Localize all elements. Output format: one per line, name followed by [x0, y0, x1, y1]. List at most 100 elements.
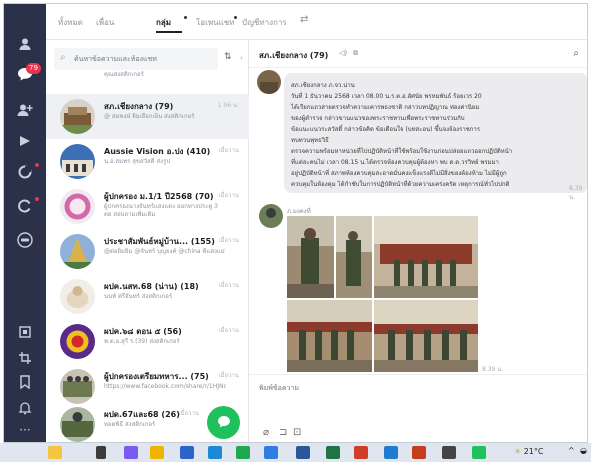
group-avatar — [60, 189, 95, 224]
photos-time: 8.39 น. — [482, 366, 504, 373]
chat-list-item[interactable]: ผปค.นสท.68 (น่าน) (18) นนท์ ศรีจันทร์ ส่… — [46, 274, 249, 319]
category-tabs: ทั้งหมด เพื่อน กลุ่ม โอเพนแชท บัญชีทางกา… — [46, 4, 587, 40]
edge-icon[interactable] — [208, 446, 222, 459]
chat-name: สภ.เชียงกลาง (79) — [104, 102, 174, 111]
chat-preview: @ สมพงษ์ ยิ้มเยือกเย็น ส่งสติกเกอร์ — [104, 113, 195, 120]
chat-preview: https://www.facebook.com/share/r/1HJNd8a… — [104, 383, 226, 390]
chat-search-icon[interactable]: ⌕ — [573, 48, 579, 59]
sender-name: ภ.มงคงที่ — [287, 208, 311, 215]
line-taskbar-icon[interactable] — [472, 446, 486, 459]
photo-thumbnail[interactable] — [287, 300, 372, 372]
word-icon[interactable] — [296, 446, 310, 459]
task-view-icon[interactable] — [96, 446, 106, 459]
weather-widget[interactable]: ☀ 21°C — [514, 447, 543, 456]
chat-time: เมื่อวาน — [218, 192, 239, 199]
chat-list-item[interactable]: สภ.เชียงกลาง (79) @ สมพงษ์ ยิ้มเยือกเย็น… — [46, 94, 249, 139]
line-app-icon[interactable] — [236, 446, 250, 459]
collapse-list-icon[interactable]: ‹ — [240, 54, 243, 62]
group-avatar — [60, 324, 95, 359]
left-icon-rail: 79 ··· — [4, 4, 46, 442]
chat-time: 1.06 น. — [217, 102, 239, 109]
bookmark-message-icon[interactable]: ⊐ — [279, 427, 287, 438]
more-icon[interactable]: ··· — [15, 420, 35, 440]
photo-thumbnail[interactable] — [336, 216, 372, 298]
unread-count-badge: 79 — [26, 63, 41, 74]
chrome-icon[interactable] — [384, 446, 398, 459]
sender-avatar — [259, 204, 283, 228]
chat-list-item[interactable]: ประชาสัมพันธ์หมู่บ้าน... (155) @ต่อยิ้มย… — [46, 229, 249, 274]
chat-room: สภ.เชียงกลาง (79) ◁) ⧉ ⌕ สภ.เชียงกลาง ภ.… — [249, 40, 587, 442]
tab-official-accounts[interactable]: บัญชีทางการ — [242, 16, 287, 29]
search-icon: ⌕ — [60, 52, 66, 63]
photo-thumbnail[interactable] — [374, 300, 478, 372]
mute-icon[interactable]: ◁) — [339, 49, 347, 57]
bell-icon[interactable] — [15, 398, 35, 418]
message-input[interactable] — [259, 383, 579, 403]
chat-name: ผปค.นสท.68 (น่าน) (18) — [104, 282, 199, 291]
openchat-icon[interactable] — [15, 196, 35, 216]
group-avatar — [60, 407, 95, 442]
chat-list-item[interactable]: Aussie Vision อ.ปง (410) น.อ.สมพร สุขสวั… — [46, 139, 249, 184]
message-text-line: อยู่ปฏิบัติหน้าที่ สภาพห้องควบคุมสะอาดมั… — [291, 170, 507, 177]
chat-preview: น.อ.สมพร สุขสวัสดิ์ ส่งรูป — [104, 158, 171, 165]
copilot-icon[interactable] — [124, 446, 138, 459]
new-chat-button[interactable] — [207, 406, 240, 439]
excel-icon[interactable] — [326, 446, 340, 459]
today-icon[interactable] — [15, 162, 35, 182]
tab-all[interactable]: ทั้งหมด — [58, 16, 83, 29]
chat-list-item[interactable]: ผู้ปกครอง ม.1/1 ปี2568 (70) ผู้ปกครองนาง… — [46, 184, 249, 229]
message-time: 8.39 น. — [569, 185, 583, 201]
notification-dot — [35, 163, 39, 167]
chat-preview: นนท์ ศรีจันทร์ ส่งสติกเกอร์ — [104, 293, 173, 300]
message-text-line: ที่แต่ละคนไม่ เวลา 08.15 น.ได้ตรวจห้องคว… — [291, 159, 499, 166]
photo-thumbnail[interactable] — [374, 216, 478, 298]
keep-icon[interactable] — [15, 322, 35, 342]
group-avatar — [60, 99, 95, 134]
chat-time: เมื่อวาน — [218, 282, 239, 289]
network-icon[interactable]: ◒ — [580, 446, 587, 455]
browser-icon[interactable] — [264, 446, 278, 459]
chat-list: ⌕ ⇅ ‹ คุณส่งสติกเกอร์ สภ.เชียงกลาง (79) … — [46, 40, 249, 442]
chat-time: เมื่อวาน — [178, 410, 199, 417]
chat-name: Aussie Vision อ.ปง (410) — [104, 147, 211, 156]
crop-icon[interactable] — [15, 348, 35, 368]
sender-avatar — [257, 70, 281, 94]
weather-sun-icon: ☀ — [514, 447, 522, 456]
store-icon[interactable] — [180, 446, 194, 459]
filter-settings-icon[interactable]: ⇄ — [300, 14, 308, 25]
attach-icon[interactable]: ⌀ — [263, 427, 269, 438]
chat-time: เมื่อวาน — [218, 147, 239, 154]
line-circle-icon[interactable] — [15, 230, 35, 250]
start-sparkle-icon[interactable] — [48, 446, 62, 459]
bookmark-icon[interactable] — [15, 372, 35, 392]
chat-time: เมื่อวาน — [218, 327, 239, 334]
tray-chevron-icon[interactable]: ^ — [568, 446, 575, 455]
message-bubble[interactable]: สภ.เชียงกลาง ภ.จว.น่าน วันที่ 1 ธันวาคม … — [284, 73, 587, 193]
add-friend-icon[interactable] — [15, 100, 35, 120]
app-red-icon[interactable] — [354, 446, 368, 459]
screenshot-icon[interactable]: ⊡ — [293, 427, 301, 438]
unread-dot — [234, 16, 237, 19]
open-window-icon[interactable]: ⧉ — [353, 49, 358, 58]
message-text-line: สภ.เชียงกลาง ภ.จว.น่าน — [291, 82, 355, 89]
tab-friends[interactable]: เพื่อน — [96, 16, 114, 29]
search-input[interactable] — [74, 51, 214, 67]
chat-preview: ผู้ปกครองนางจันทร์แสงแดง ออกทางประตู 3 ต… — [104, 203, 218, 218]
message-text-line: ควบคุมในห้องคุม ได้กำชับในการปฏิบัติหน้า… — [291, 181, 510, 188]
tab-groups[interactable]: กลุ่ม — [156, 16, 171, 29]
chat-preview: พ.ต.อ.สุรี ร.(39) ส่งสติกเกอร์ — [104, 338, 180, 345]
chat-list-item[interactable]: คุณส่งสติกเกอร์ — [46, 66, 249, 86]
group-avatar — [60, 369, 95, 404]
voom-icon[interactable] — [15, 131, 35, 151]
chat-preview: @ต่อยิ้มยิ้ม @จันทร์ บุญยงค์ @china พี่แ… — [104, 248, 225, 255]
app-dark-icon[interactable] — [442, 446, 456, 459]
chat-list-item[interactable]: ผปค.๖๘ ตอน ๕ (56) พ.ต.อ.สุรี ร.(39) ส่งส… — [46, 319, 249, 364]
photo-thumbnail[interactable] — [287, 216, 334, 298]
sort-icon[interactable]: ⇅ — [224, 52, 232, 62]
powerpoint-icon[interactable] — [412, 446, 426, 459]
chat-time: เมื่อวาน — [218, 237, 239, 244]
file-explorer-icon[interactable] — [150, 446, 164, 459]
friends-icon[interactable] — [15, 34, 35, 54]
tab-openchat[interactable]: โอเพนแชท — [196, 16, 234, 29]
message-text-line: ของผู้ตำรวจ กล่าวขานแนวของพระราชทานเพื่อ… — [291, 115, 465, 122]
